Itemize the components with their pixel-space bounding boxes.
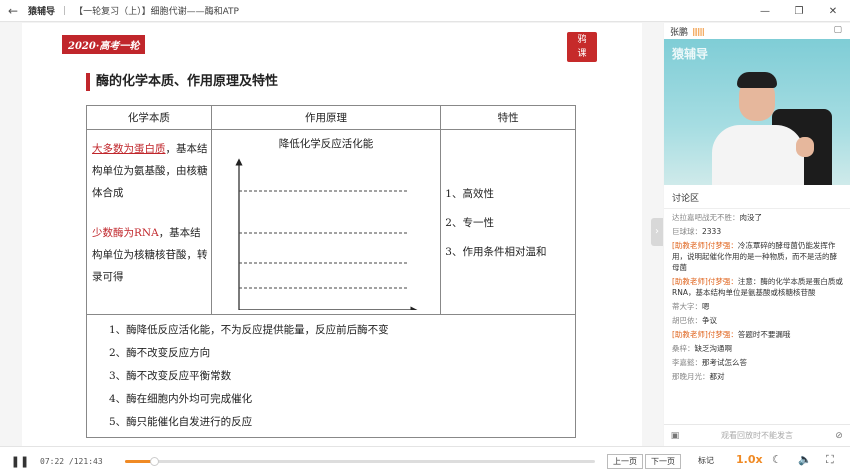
chat-nick: [助教老师]付梦强： — [672, 330, 738, 339]
header-principle: 作用原理 — [210, 105, 442, 130]
prev-page-button[interactable]: 上一页 — [607, 454, 643, 469]
title-separator: | — [63, 5, 67, 16]
chat-nick: 那晚月光： — [672, 372, 710, 381]
chat-message: [助教老师]付梦强：注意：酶的化学本质是蛋白质或RNA，基本结构单位是氨基酸或核… — [672, 276, 844, 298]
nature-cell: 大多数为蛋白质，基本结构单位为氨基酸，由核糖体合成 少数酶为RNA，基本结构单位… — [86, 129, 212, 315]
collapse-sidebar-icon[interactable]: › — [651, 218, 663, 246]
course-badge: 2020·高考一轮 — [62, 35, 146, 54]
activation-energy-graph — [235, 158, 418, 310]
chat-message: 达拉嘉吧战无不胜：肉没了 — [672, 212, 844, 223]
speed-button[interactable]: 1.0x — [736, 453, 763, 466]
slide-heading: 酶的化学本质、作用原理及特性 — [86, 73, 278, 91]
chat-text: 嗯 — [702, 302, 710, 311]
chat-text: 肉没了 — [739, 213, 763, 222]
fullscreen-icon[interactable]: ⛶ — [826, 453, 834, 467]
mark-button[interactable]: 标记 — [693, 454, 719, 469]
chat-nick: [助教老师]付梦强： — [672, 241, 738, 250]
chat-text: 答题时不要漏哦 — [737, 330, 791, 339]
traits-cell: 1、高效性 2、专一性 3、作用条件相对温和 — [440, 129, 576, 315]
chat-text: 争议 — [702, 316, 717, 325]
teacher-body — [712, 125, 804, 185]
restore-icon[interactable]: ❐ — [782, 0, 816, 22]
slide: 2020·高考一轮 鸦课 酶的化学本质、作用原理及特性 化学本质 作用原理 特性… — [22, 23, 642, 446]
pause-icon[interactable]: ❚❚ — [0, 455, 40, 468]
next-page-button[interactable]: 下一页 — [645, 454, 681, 469]
total-time: /121:43 — [68, 457, 103, 466]
teacher-hair — [737, 72, 777, 88]
chat-message: [助教老师]付梦强：冷冻覃碎的酵母菌仍能发挥作用，说明起催化作用的是一种物质，而… — [672, 240, 844, 273]
chat-text: 都对 — [709, 372, 725, 381]
disabled-icon: ⊘ — [835, 430, 843, 441]
teacher-video: 猿辅导 — [664, 39, 850, 185]
chat-nick: 李嘉懿： — [672, 358, 702, 367]
message-list: 达拉嘉吧战无不胜：肉没了 巨球球：2333 [助教老师]付梦强：冷冻覃碎的酵母菌仍能… — [664, 209, 850, 382]
progress-knob[interactable] — [149, 457, 159, 466]
course-title: 【一轮复习（上）】细胞代谢——酶和ATP — [74, 7, 239, 17]
enzyme-table: 化学本质 作用原理 特性 大多数为蛋白质，基本结构单位为氨基酸，由核糖体合成 少… — [86, 105, 576, 438]
player-bar: ❚❚ 07:22 /121:43 上一页 下一页 标记 1.0x ☾ 🔈 ⛶ — [0, 446, 850, 476]
nature-protein-highlight: 大多数为蛋白质 — [92, 143, 166, 155]
chat-message: 李嘉懿：那考试怎么答 — [672, 357, 844, 368]
progress-bar[interactable] — [125, 457, 595, 466]
chat-message: 那晚月光：都对 — [672, 371, 844, 382]
chat-input-row: ▣ 观看回放时不能发言 ⊘ — [664, 424, 850, 446]
chat-text: 2333 — [702, 227, 722, 236]
header-traits: 特性 — [440, 105, 576, 130]
chat-text: 那考试怎么答 — [702, 358, 747, 367]
slide-area: 2020·高考一轮 鸦课 酶的化学本质、作用原理及特性 化学本质 作用原理 特性… — [0, 23, 663, 446]
note-item: 4、酶在细胞内外均可完成催化 — [109, 393, 253, 405]
nature-rna-highlight: 少数酶为RNA — [92, 227, 159, 239]
chat-message: [助教老师]付梦强：答题时不要漏哦 — [672, 329, 844, 340]
note-item: 3、酶不改变反应平衡常数 — [109, 370, 232, 382]
chat-nick: 胡巴依： — [672, 316, 702, 325]
app-name: 猿辅导 — [28, 7, 56, 17]
trait-item: 1、高效性 — [445, 188, 494, 200]
chat-text: 缺乏沟通啊 — [694, 344, 733, 353]
chat-message: 蒂大字：嗯 — [672, 301, 844, 312]
brand-logo: 鸦课 — [567, 32, 597, 62]
screenshot-icon[interactable]: ▣ — [664, 431, 686, 441]
night-mode-icon[interactable]: ☾ — [772, 453, 782, 466]
chat-nick: 巨球球： — [672, 227, 702, 236]
chat-message: 巨球球：2333 — [672, 226, 844, 237]
camera-off-icon[interactable]: ▢ — [833, 25, 842, 35]
signal-strength: ||||||| — [692, 26, 705, 36]
trait-item: 3、作用条件相对温和 — [445, 246, 547, 258]
teacher-bar: 张鹏 ||||||| ▢ — [664, 23, 850, 39]
discussion-title: 讨论区 — [664, 185, 850, 209]
time-display: 07:22 /121:43 — [40, 457, 120, 466]
side-panel: 张鹏 ||||||| ▢ 猿辅导 讨论区 达拉嘉吧战无不胜：肉没了 巨球球：233… — [664, 23, 850, 446]
teacher-name: 张鹏 — [670, 27, 689, 38]
chat-input[interactable]: 观看回放时不能发言 — [686, 430, 828, 441]
video-watermark: 猿辅导 — [672, 47, 709, 61]
trait-item: 2、专一性 — [445, 217, 494, 229]
back-arrow-icon[interactable]: ← — [0, 4, 26, 18]
chat-message: 桑梓：缺乏沟通啊 — [672, 343, 844, 354]
note-item: 1、酶降低反应活化能，不为反应提供能量，反应前后酶不变 — [109, 324, 389, 336]
principle-title: 降低化学反应活化能 — [278, 138, 374, 150]
close-icon[interactable]: ✕ — [816, 0, 850, 22]
title-bar: ← 猿辅导 | 【一轮复习（上）】细胞代谢——酶和ATP — ❐ ✕ — [0, 0, 850, 22]
principle-cell: 降低化学反应活化能 — [210, 129, 442, 315]
current-time: 07:22 — [40, 457, 65, 466]
note-item: 5、酶只能催化自发进行的反应 — [109, 416, 253, 428]
volume-icon[interactable]: 🔈 — [798, 453, 812, 466]
teacher-hand — [796, 137, 814, 157]
notes-cell: 1、酶降低反应活化能，不为反应提供能量，反应前后酶不变 2、酶不改变反应方向 3… — [86, 314, 576, 438]
chat-nick: 桑梓： — [672, 344, 695, 353]
chat-nick: 蒂大字： — [672, 302, 702, 311]
minimize-icon[interactable]: — — [748, 0, 782, 22]
note-item: 2、酶不改变反应方向 — [109, 347, 211, 359]
window-controls: — ❐ ✕ — [748, 0, 850, 22]
chat-nick: 达拉嘉吧战无不胜： — [672, 213, 740, 222]
header-nature: 化学本质 — [86, 105, 212, 130]
chat-message: 胡巴依：争议 — [672, 315, 844, 326]
chat-nick: [助教老师]付梦强： — [672, 277, 738, 286]
